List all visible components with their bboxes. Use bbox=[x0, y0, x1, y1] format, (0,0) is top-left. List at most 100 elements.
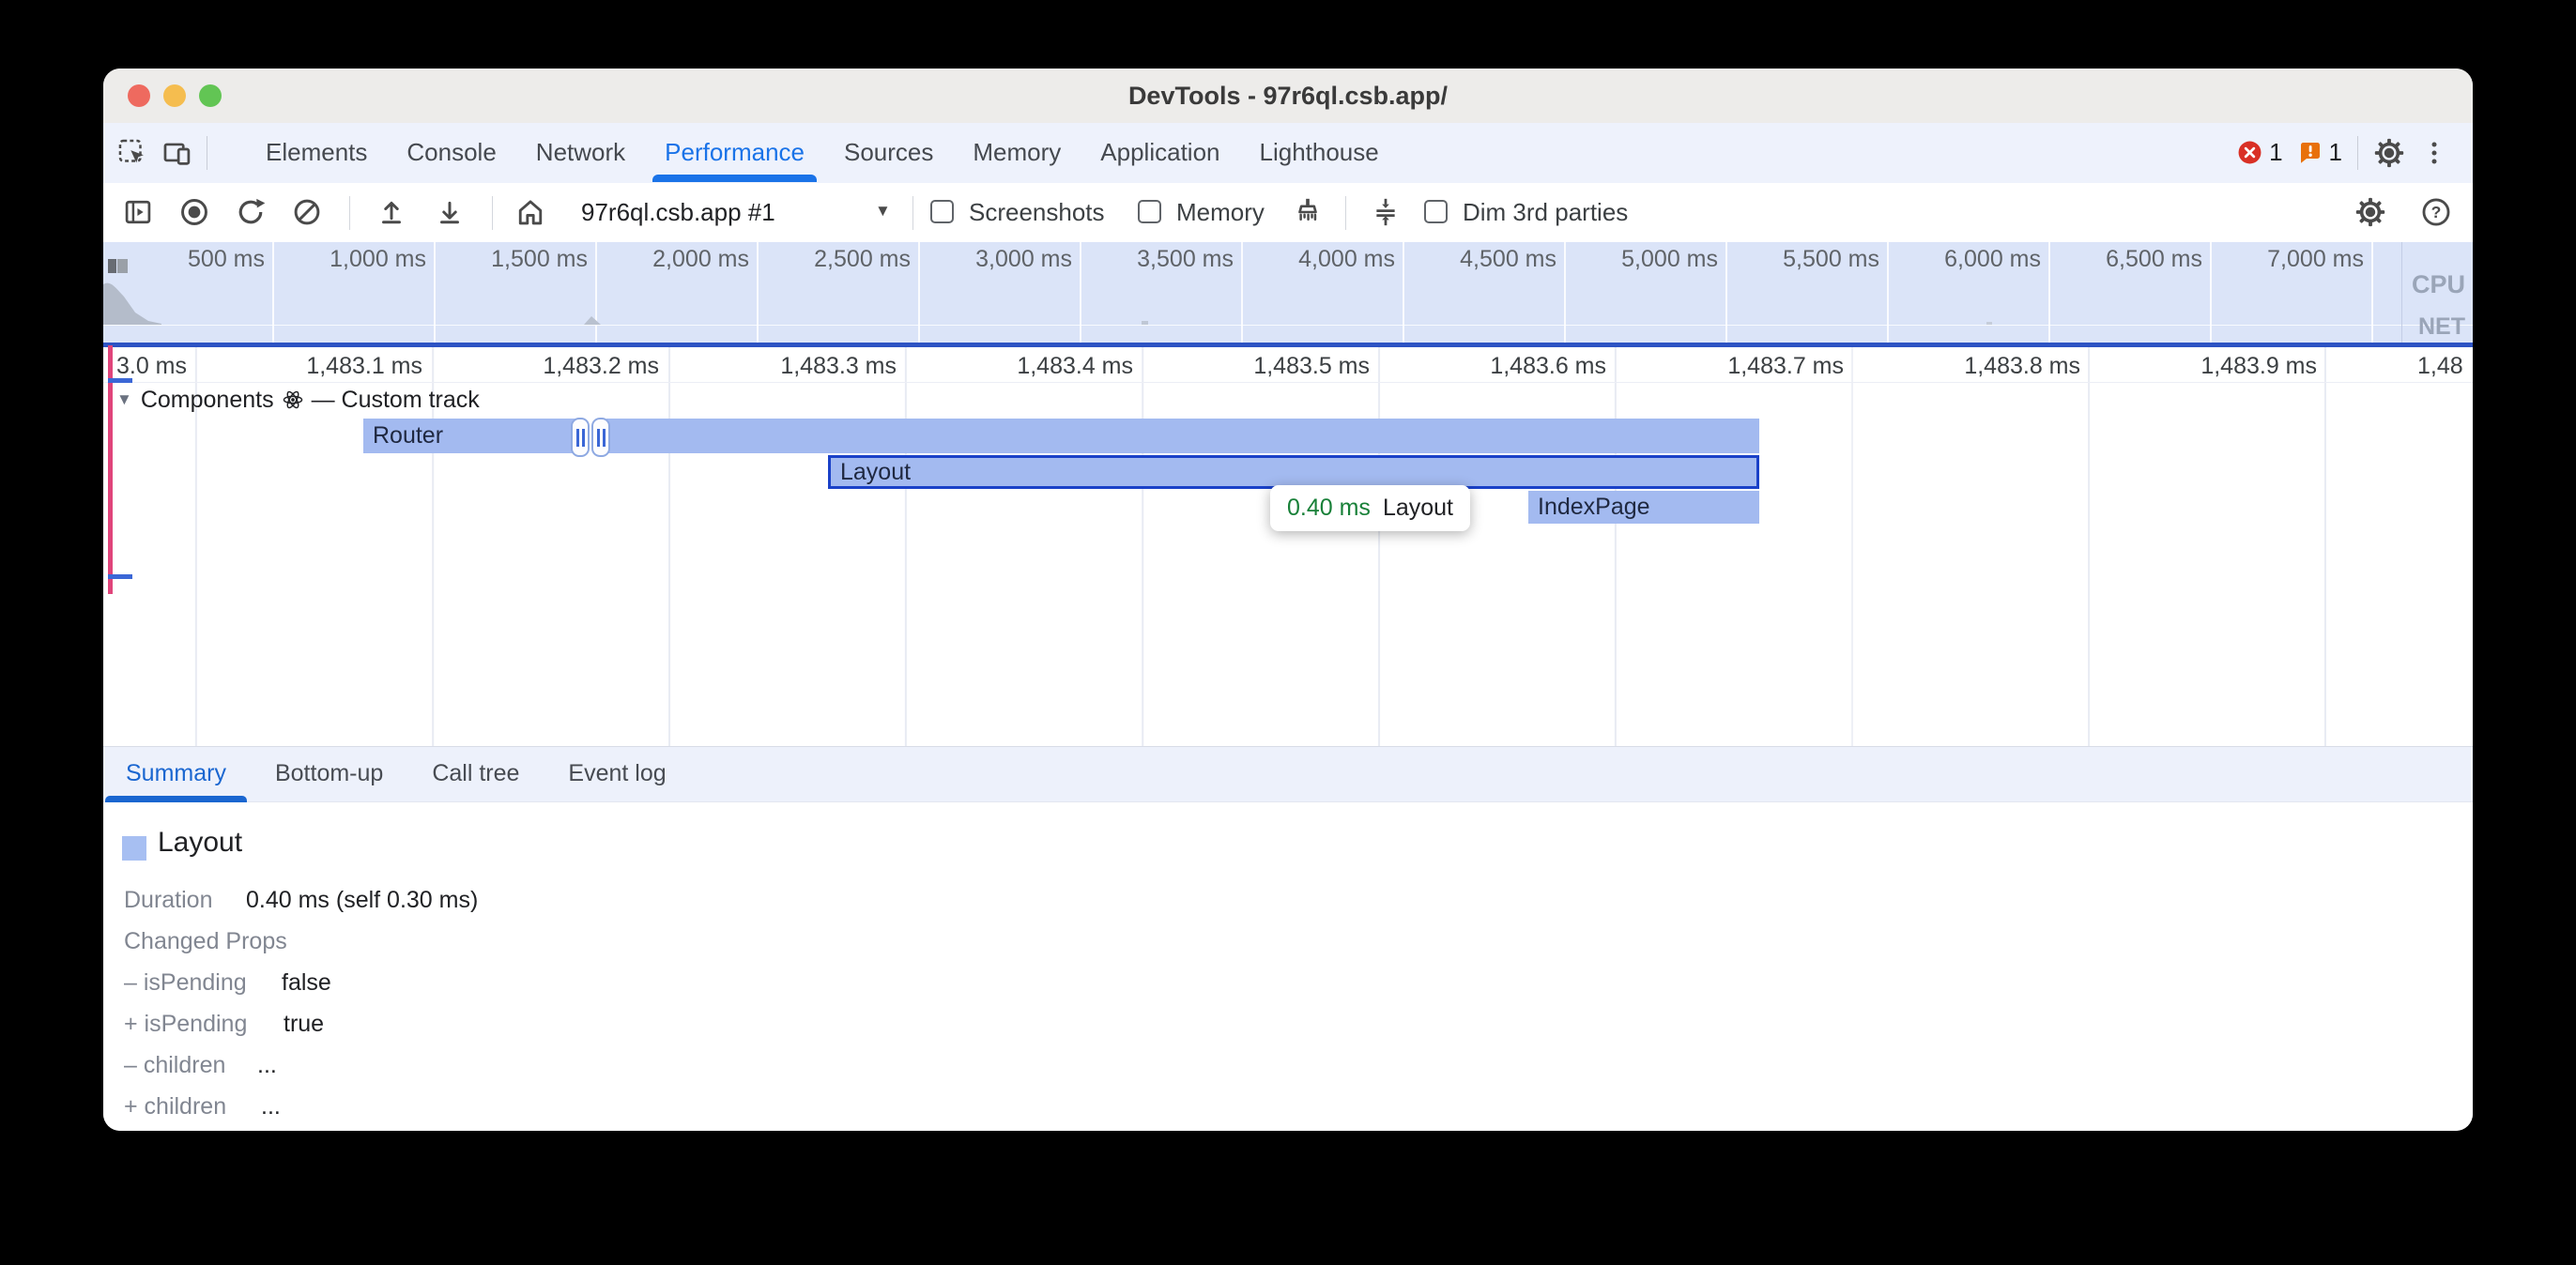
changed-props-label: Changed Props bbox=[124, 928, 287, 954]
performance-toolbar: 97r6ql.csb.app #1 ▼ Screenshots Memory D… bbox=[103, 183, 2473, 242]
prop-added-ispending-value: true bbox=[284, 1003, 324, 1044]
svg-text:?: ? bbox=[2431, 203, 2442, 221]
collapse-triangle-icon[interactable]: ▼ bbox=[116, 390, 132, 409]
load-profile-icon[interactable] bbox=[376, 196, 407, 228]
help-icon[interactable]: ? bbox=[2420, 196, 2452, 228]
ruler-tick: 1,483.2 ms bbox=[518, 353, 659, 380]
tab-console[interactable]: Console bbox=[387, 123, 515, 182]
inspect-element-icon[interactable] bbox=[116, 137, 148, 169]
screenshots-label[interactable]: Screenshots bbox=[969, 183, 1105, 242]
flame-event-indexpage[interactable]: IndexPage bbox=[1528, 491, 1759, 524]
summary-pane: Layout Duration0.40 ms (self 0.30 ms) Ch… bbox=[103, 802, 2473, 1131]
collapse-sections-icon[interactable] bbox=[1370, 196, 1402, 228]
window-title: DevTools - 97r6ql.csb.app/ bbox=[103, 69, 2473, 123]
dim-3rd-parties-label[interactable]: Dim 3rd parties bbox=[1463, 183, 1628, 242]
ruler-tick: 1,483.9 ms bbox=[2176, 353, 2317, 380]
ruler-tick: 1,483.1 ms bbox=[282, 353, 422, 380]
more-options-kebab-icon[interactable] bbox=[2420, 139, 2448, 167]
prop-added-children: + children bbox=[124, 1093, 226, 1120]
tab-call-tree[interactable]: Call tree bbox=[432, 747, 519, 802]
save-profile-icon[interactable] bbox=[434, 196, 466, 228]
flame-event-layout[interactable]: Layout bbox=[828, 455, 1759, 489]
ruler-tick: 3.0 ms bbox=[103, 353, 187, 380]
cpu-lane-label: CPU bbox=[2362, 270, 2465, 299]
error-count: 1 bbox=[2269, 138, 2282, 167]
prop-removed-ispending-value: false bbox=[282, 962, 331, 1003]
toolbar-divider bbox=[492, 196, 493, 230]
tab-sources[interactable]: Sources bbox=[824, 123, 953, 182]
tab-performance[interactable]: Performance bbox=[645, 123, 824, 182]
overview-tick: 7,000 ms bbox=[2223, 246, 2364, 273]
main-tab-bar: Elements Console Network Performance Sou… bbox=[103, 123, 2473, 184]
ruler-tick: 1,483.3 ms bbox=[756, 353, 897, 380]
toolbar-divider bbox=[2357, 136, 2358, 170]
toolbar-divider bbox=[912, 196, 913, 230]
clear-icon[interactable] bbox=[291, 196, 323, 228]
tab-event-log[interactable]: Event log bbox=[568, 747, 666, 802]
net-lane-label: NET bbox=[2362, 313, 2465, 341]
bottom-tab-bar: Summary Bottom-up Call tree Event log bbox=[103, 746, 2473, 802]
prop-removed-ispending: – isPending bbox=[124, 969, 247, 996]
ruler-bottom-border bbox=[103, 382, 2473, 383]
tab-application[interactable]: Application bbox=[1081, 123, 1239, 182]
overview-tick: 6,000 ms bbox=[1900, 246, 2041, 273]
memory-label[interactable]: Memory bbox=[1176, 183, 1265, 242]
tooltip-duration: 0.40 ms bbox=[1287, 495, 1371, 522]
net-lane-separator bbox=[103, 325, 2473, 326]
ruler-tick: 1,483.6 ms bbox=[1465, 353, 1606, 380]
ruler-tick: 1,483.8 ms bbox=[1940, 353, 2080, 380]
overview-label-divider bbox=[2401, 242, 2402, 343]
tooltip-label: Layout bbox=[1383, 495, 1453, 522]
tab-lighthouse[interactable]: Lighthouse bbox=[1240, 123, 1399, 182]
history-selector[interactable]: 97r6ql.csb.app #1 bbox=[581, 183, 775, 242]
prop-removed-children-value[interactable]: ... bbox=[257, 1044, 277, 1086]
duration-value: 0.40 ms (self 0.30 ms) bbox=[246, 879, 478, 921]
toggle-sidebar-icon[interactable] bbox=[122, 196, 154, 228]
ruler-tick: 1,483.5 ms bbox=[1229, 353, 1370, 380]
ruler-tick: 1,483.7 ms bbox=[1703, 353, 1844, 380]
timeline-overview[interactable]: 500 ms 1,000 ms 1,500 ms 2,000 ms 2,500 … bbox=[103, 242, 2473, 343]
settings-gear-icon[interactable] bbox=[2373, 137, 2405, 169]
tab-network[interactable]: Network bbox=[516, 123, 645, 182]
cpu-activity-chart bbox=[103, 242, 667, 343]
dim-3rd-parties-checkbox[interactable] bbox=[1424, 200, 1448, 223]
ruler-tick: 1,48 bbox=[2417, 353, 2473, 380]
home-icon[interactable] bbox=[514, 196, 546, 228]
track-suffix: — Custom track bbox=[312, 387, 480, 414]
screenshot-thumbnail bbox=[117, 259, 128, 273]
toolbar-divider bbox=[1345, 196, 1346, 230]
collect-garbage-icon[interactable] bbox=[1292, 196, 1324, 228]
ruler-tick: 1,483.4 ms bbox=[992, 353, 1133, 380]
tab-bottom-up[interactable]: Bottom-up bbox=[275, 747, 383, 802]
screenshot-thumbnail bbox=[108, 259, 116, 273]
titlebar: DevTools - 97r6ql.csb.app/ bbox=[103, 69, 2473, 124]
reload-and-record-icon[interactable] bbox=[235, 196, 267, 228]
tab-memory[interactable]: Memory bbox=[953, 123, 1081, 182]
record-icon[interactable] bbox=[178, 196, 210, 228]
overview-tick: 3,000 ms bbox=[931, 246, 1072, 273]
memory-checkbox[interactable] bbox=[1138, 200, 1161, 223]
tab-elements[interactable]: Elements bbox=[246, 123, 387, 182]
capture-settings-gear-icon[interactable] bbox=[2354, 196, 2386, 228]
custom-track-header[interactable]: ▼ Components — Custom track bbox=[116, 386, 480, 414]
react-atom-icon bbox=[283, 389, 303, 410]
error-badge-icon[interactable]: 1 bbox=[2237, 138, 2282, 167]
chevron-down-icon[interactable]: ▼ bbox=[875, 183, 891, 242]
summary-event-title: Layout bbox=[158, 827, 242, 859]
prop-added-ispending: + isPending bbox=[124, 1011, 247, 1037]
range-handle-right[interactable] bbox=[591, 418, 610, 457]
tab-summary[interactable]: Summary bbox=[126, 747, 226, 802]
device-toolbar-icon[interactable] bbox=[161, 137, 193, 169]
prop-added-children-value[interactable]: ... bbox=[261, 1086, 281, 1127]
overview-tick: 5,000 ms bbox=[1577, 246, 1718, 273]
overview-tick: 3,500 ms bbox=[1093, 246, 1234, 273]
prop-removed-children: – children bbox=[124, 1052, 225, 1078]
toolbar-divider bbox=[349, 196, 350, 230]
overview-tick: 4,000 ms bbox=[1254, 246, 1395, 273]
overview-tick: 6,500 ms bbox=[2062, 246, 2202, 273]
marker-tick bbox=[108, 574, 132, 579]
overview-tick: 2,500 ms bbox=[770, 246, 911, 273]
issues-badge-icon[interactable]: 1 bbox=[2298, 138, 2342, 167]
screenshots-checkbox[interactable] bbox=[930, 200, 954, 223]
range-handle-left[interactable] bbox=[571, 418, 590, 457]
